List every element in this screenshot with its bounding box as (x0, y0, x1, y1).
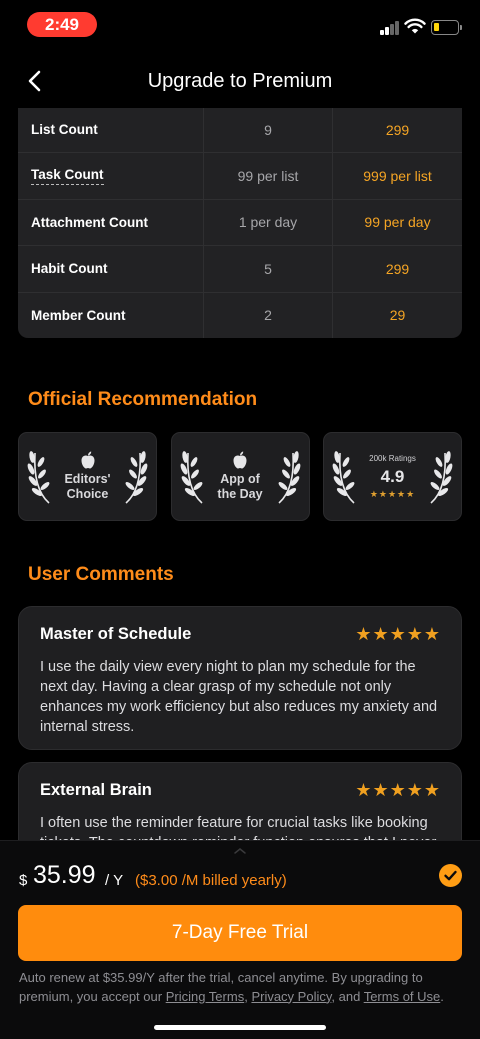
table-row: List Count 9 299 (18, 108, 462, 153)
comment-body: I use the daily view every night to plan… (40, 659, 438, 735)
table-row: Attachment Count 1 per day 99 per day (18, 198, 462, 246)
official-recommendation-heading: Official Recommendation (28, 389, 258, 410)
premium-value: 99 per day (364, 214, 431, 231)
price-option-yearly[interactable]: $ 35.99 / Y ($3.00 /M billed yearly) (19, 859, 462, 895)
checkmark-circle-icon[interactable] (439, 864, 462, 887)
premium-value: 29 (389, 307, 406, 324)
comment-title: External Brain (40, 781, 152, 799)
terms-of-use-link[interactable]: Terms of Use (364, 989, 441, 1004)
price-currency: $ (19, 872, 28, 889)
star-rating-icon: ★★★★★ (355, 624, 441, 644)
home-indicator[interactable] (154, 1025, 326, 1030)
feature-comparison-table: List Count 9 299 Task Count 99 per list … (18, 108, 462, 338)
price-amount: 35.99 (33, 861, 96, 889)
rating-value: 4.9 (380, 466, 405, 486)
table-row: Habit Count 5 299 (18, 245, 462, 292)
price-period: / Y (105, 872, 124, 889)
wifi-icon (404, 18, 426, 34)
content-scroll-area[interactable]: List Count 9 299 Task Count 99 per list … (0, 108, 480, 840)
apple-logo-icon (81, 451, 94, 469)
star-rating-icon: ★★★★★ (355, 780, 441, 800)
status-bar: 2:49 (0, 0, 480, 52)
premium-value: 999 per list (363, 168, 432, 185)
free-trial-button[interactable]: 7-Day Free Trial (18, 905, 462, 961)
comment-card: Master of Schedule ★★★★★ I use the daily… (18, 606, 462, 750)
status-time: 2:49 (27, 12, 97, 37)
star-rating-icon: ★★★★★ (369, 488, 416, 499)
cellular-signal-icon (380, 21, 400, 35)
battery-icon (431, 20, 459, 35)
purchase-panel: $ 35.99 / Y ($3.00 /M billed yearly) 7-D… (0, 840, 480, 1039)
page-title: Upgrade to Premium (147, 70, 333, 92)
pricing-terms-link[interactable]: Pricing Terms (166, 989, 245, 1004)
monthly-price-note: ($3.00 /M billed yearly) (135, 872, 287, 889)
feature-name: List Count (18, 108, 204, 153)
nav-bar: Upgrade to Premium (0, 52, 480, 108)
award-badges: Editors' Choice App of the Day 200k Rati… (18, 432, 462, 522)
free-value: 5 (204, 246, 333, 292)
ratings-badge: 200k Ratings 4.9 ★★★★★ (323, 432, 462, 521)
ratings-count-label: 200k Ratings (369, 453, 416, 463)
privacy-policy-link[interactable]: Privacy Policy (251, 989, 331, 1004)
user-comments-heading: User Comments (28, 564, 174, 585)
table-row: Task Count 99 per list 999 per list (18, 152, 462, 199)
feature-name: Attachment Count (18, 199, 204, 246)
feature-name: Member Count (18, 292, 204, 338)
free-value: 99 per list (204, 153, 333, 199)
premium-value: 299 (385, 260, 410, 277)
apple-logo-icon (233, 451, 247, 469)
comment-body: I often use the reminder feature for cru… (40, 815, 436, 840)
premium-value: 299 (385, 121, 410, 138)
free-value: 9 (204, 108, 333, 153)
legal-notice: Auto renew at $35.99/Y after the trial, … (19, 970, 444, 1004)
app-of-the-day-badge: App of the Day (170, 432, 310, 521)
free-value: 2 (204, 292, 333, 338)
feature-name-info-link[interactable]: Task Count (31, 167, 104, 186)
comment-card: External Brain ★★★★★ I often use the rem… (18, 762, 462, 840)
free-value: 1 per day (204, 199, 333, 246)
table-row: Member Count 2 29 (18, 291, 462, 338)
comment-title: Master of Schedule (40, 625, 192, 643)
chevron-up-icon[interactable] (233, 847, 247, 855)
editors-choice-badge: Editors' Choice (18, 432, 157, 521)
feature-name: Habit Count (18, 246, 204, 292)
